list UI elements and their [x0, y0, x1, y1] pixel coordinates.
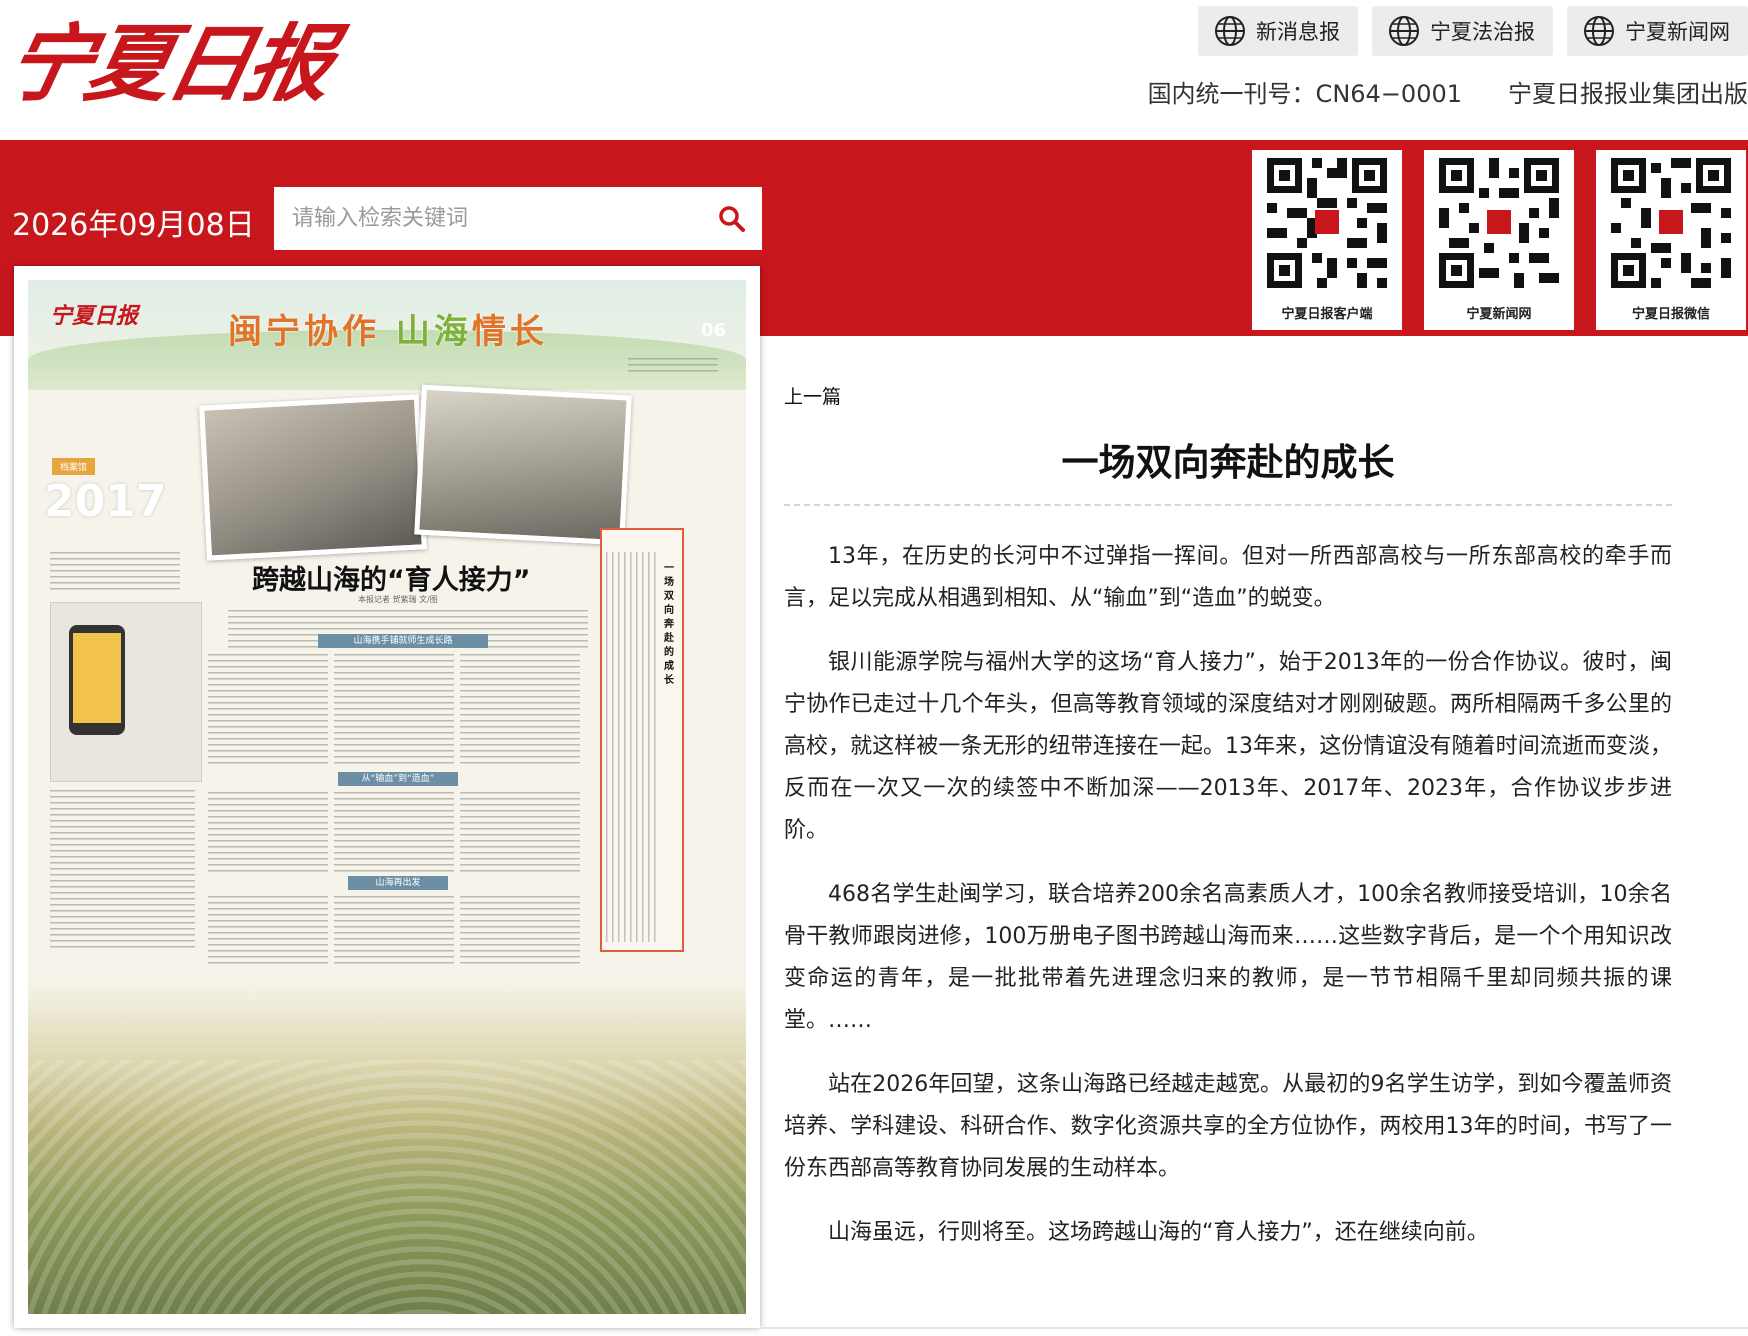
- page-text-col: [460, 654, 580, 764]
- qr-news-site[interactable]: 宁夏新闻网: [1424, 150, 1574, 330]
- article-paragraph: 站在2026年回望，这条山海路已经越走越宽。从最初的9名学生访学，到如今覆盖师资…: [784, 1072, 1672, 1181]
- search-box: [274, 187, 762, 250]
- page-text-col: [334, 654, 454, 764]
- qr-client-app[interactable]: 宁夏日报客户端: [1252, 150, 1402, 330]
- article-paragraph: 山海虽远，行则将至。这场跨越山海的“育人接力”，还在继续向前。: [828, 1220, 1489, 1245]
- search-icon[interactable]: [716, 203, 748, 235]
- banner-part-b: 山海: [395, 312, 472, 352]
- banner-part-c: 情长: [471, 312, 548, 352]
- top-links: 新消息报 宁夏法治报 宁夏新闻网: [1198, 6, 1748, 56]
- newspaper-page-image[interactable]: 宁夏日报 闽宁协作 山海情长 06 档案馆 2017 跨越山海的“育人接力” 本…: [14, 266, 760, 1328]
- page-photo-lab: [199, 394, 427, 561]
- page-phone-graphic: [50, 602, 202, 782]
- globe-icon: [1215, 16, 1245, 46]
- article-paragraph: 银川能源学院与福州大学的这场“育人接力”，始于2013年的一份合作协议。彼时，闽…: [784, 650, 1672, 843]
- top-link-fazhibao[interactable]: 宁夏法治报: [1372, 6, 1553, 56]
- top-link-xinxiaoxibao[interactable]: 新消息报: [1198, 6, 1358, 56]
- page-byline: 本报记者 贺紫瑞 文/图: [358, 595, 438, 604]
- article-paragraph: 468名学生赴闽学习，联合培养200余名高素质人才，100余名教师接受培训，10…: [784, 882, 1672, 1033]
- page-meta-lines: [628, 358, 718, 372]
- aside-title: 一场双向奔赴的成长: [664, 563, 674, 686]
- site-logo[interactable]: 宁夏日报: [0, 14, 339, 113]
- page-headline: 跨越山海的“育人接力”: [252, 565, 531, 596]
- qr-code-icon: [1267, 158, 1387, 288]
- article-paragraph: 13年，在历史的长河中不过弹指一挥间。但对一所西部高校与一所东部高校的牵手而言，…: [784, 544, 1672, 611]
- publisher-text: 宁夏日报报业集团出版: [1508, 80, 1748, 108]
- qr-code-icon: [1439, 158, 1559, 288]
- top-link-label: 宁夏法治报: [1430, 20, 1535, 44]
- globe-icon: [1584, 16, 1614, 46]
- article-body: 13年，在历史的长河中不过弹指一挥间。但对一所西部高校与一所东部高校的牵手而言，…: [784, 536, 1672, 1276]
- page-subhead-1: 山海携手铺就师生成长路: [318, 634, 488, 648]
- page-text-col: [334, 896, 454, 966]
- page-number: 06: [700, 320, 726, 341]
- page-photo-meeting: [414, 384, 632, 546]
- page-left-column: [50, 790, 195, 950]
- top-link-label: 新消息报: [1256, 20, 1340, 44]
- top-link-label: 宁夏新闻网: [1625, 20, 1730, 44]
- qr-label: 宁夏日报微信: [1631, 307, 1710, 322]
- prev-article-link[interactable]: 上一篇: [784, 382, 841, 409]
- publication-info: 国内统一刊号：CN64−0001 宁夏日报报业集团出版: [1148, 74, 1748, 109]
- page-aside-highlight[interactable]: 一场双向奔赴的成长: [600, 528, 684, 952]
- search-input[interactable]: [274, 187, 730, 250]
- qr-wechat[interactable]: 宁夏日报微信: [1596, 150, 1746, 330]
- page-text-col: [460, 792, 580, 872]
- page-text-col: [208, 896, 328, 966]
- qr-label: 宁夏新闻网: [1466, 307, 1532, 322]
- page-subhead-2: 从“输血”到“造血”: [338, 772, 458, 786]
- page-text-col: [208, 792, 328, 872]
- article-title: 一场双向奔赴的成长: [1061, 441, 1395, 484]
- newspaper-page: 宁夏日报 闽宁协作 山海情长 06 档案馆 2017 跨越山海的“育人接力” 本…: [28, 280, 746, 1314]
- qr-code-icon: [1611, 158, 1731, 288]
- page-subhead-3: 山海再出发: [348, 876, 448, 890]
- aside-text: [606, 552, 656, 942]
- page-banner: 闽宁协作 山海情长: [228, 304, 548, 353]
- page-text-col: [208, 654, 328, 764]
- page-text-col: [460, 896, 580, 966]
- page-terrace-photo: [28, 980, 746, 1314]
- page-caption-lines: [50, 552, 180, 592]
- issn-text: 国内统一刊号：CN64−0001: [1147, 80, 1462, 108]
- issue-date[interactable]: 2026年09月08日: [12, 200, 255, 244]
- page-tag: 档案馆: [52, 458, 96, 475]
- qr-label: 宁夏日报客户端: [1281, 307, 1373, 322]
- page-text-col: [334, 792, 454, 872]
- footer-divider: [760, 1327, 1748, 1329]
- title-divider: [784, 504, 1672, 506]
- page-masthead: 宁夏日报: [50, 303, 139, 329]
- banner-part-a: 闽宁协作: [228, 312, 380, 352]
- page-year: 2017: [44, 476, 167, 527]
- globe-icon: [1389, 16, 1419, 46]
- top-link-xinwenwang[interactable]: 宁夏新闻网: [1567, 6, 1748, 56]
- site-header: 宁夏日报 新消息报 宁夏法治报 宁夏新闻网 国内统一刊号：CN64−0001 宁…: [0, 0, 1748, 140]
